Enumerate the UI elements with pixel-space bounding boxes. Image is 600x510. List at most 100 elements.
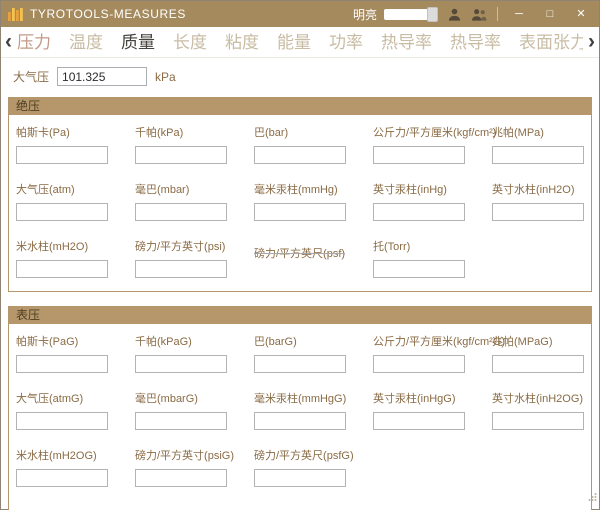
field-atm: 大气压(atm)	[16, 181, 108, 221]
field-inh2o: 英寸水柱(inH2O)	[492, 181, 584, 221]
section-gauge-pressure: 表压 帕斯卡(PaG) 千帕(kPaG) 巴(barG) 公斤力/平方厘米(kg…	[8, 306, 592, 510]
tabs-scroll-left-icon[interactable]: ‹	[3, 31, 14, 52]
field-label: 磅力/平方英寸(psi)	[135, 238, 227, 254]
field-psf: 磅力/平方英尺(psf)	[254, 238, 346, 278]
mh2og-input[interactable]	[16, 469, 108, 487]
inhgg-input[interactable]	[373, 412, 465, 430]
section-gauge-grid: 帕斯卡(PaG) 千帕(kPaG) 巴(barG) 公斤力/平方厘米(kgf/c…	[9, 324, 591, 510]
mpag-input[interactable]	[492, 355, 584, 373]
field-mmhg: 毫米汞柱(mmHg)	[254, 181, 346, 221]
section-absolute-header: 绝压	[9, 98, 591, 115]
field-label: 英寸水柱(inH2O)	[492, 181, 584, 197]
close-button[interactable]: ✕	[569, 4, 593, 24]
field-mh2o: 米水柱(mH2O)	[16, 238, 108, 278]
tab-viscosity[interactable]: 粘度	[225, 27, 259, 58]
field-label: 米水柱(mH2OG)	[16, 447, 108, 463]
atmg-input[interactable]	[16, 412, 108, 430]
field-kgfcm2: 公斤力/平方厘米(kgf/cm²)	[373, 124, 465, 164]
inh2o-input[interactable]	[492, 203, 584, 221]
field-label: 帕斯卡(PaG)	[16, 333, 108, 349]
field-inhg: 英寸汞柱(inHg)	[373, 181, 465, 221]
field-label: 磅力/平方英尺(psf)	[254, 245, 346, 261]
brightness-slider[interactable]	[384, 9, 438, 20]
field-psig: 磅力/平方英寸(psiG)	[135, 447, 227, 487]
minimize-button[interactable]: ─	[507, 4, 531, 24]
tab-surface-tension[interactable]: 表面张力	[519, 27, 583, 58]
atmosphere-kpa-input[interactable]	[57, 67, 147, 86]
field-label: 千帕(kPa)	[135, 124, 227, 140]
section-gauge-header: 表压	[9, 307, 591, 324]
tab-pressure[interactable]: 压力	[17, 27, 51, 58]
mh2o-input[interactable]	[16, 260, 108, 278]
maximize-button[interactable]: □	[538, 4, 562, 24]
tabs-scroll-right-icon[interactable]: ›	[586, 31, 597, 52]
field-mh2og: 米水柱(mH2OG)	[16, 447, 108, 487]
section-absolute-grid: 帕斯卡(Pa) 千帕(kPa) 巴(bar) 公斤力/平方厘米(kgf/cm²)…	[9, 115, 591, 291]
tab-bar: ‹ 压力 温度 质量 长度 粘度 能量 功率 热导率 热导率 表面张力 ›	[1, 27, 599, 58]
psig-input[interactable]	[135, 469, 227, 487]
field-kgfcm2g: 公斤力/平方厘米(kgf/cm²G)	[373, 333, 465, 373]
field-torr: 托(Torr)	[373, 238, 465, 278]
tab-temperature[interactable]: 温度	[69, 27, 103, 58]
field-mbar: 毫巴(mbar)	[135, 181, 227, 221]
user-group-icon[interactable]	[470, 5, 488, 23]
inhg-input[interactable]	[373, 203, 465, 221]
titlebar-separator	[497, 7, 498, 21]
field-pa: 帕斯卡(Pa)	[16, 124, 108, 164]
field-label: 毫巴(mbar)	[135, 181, 227, 197]
barg-input[interactable]	[254, 355, 346, 373]
brightness-label: 明亮	[353, 6, 377, 23]
field-mmhgg: 毫米汞柱(mmHgG)	[254, 390, 346, 430]
pa-input[interactable]	[16, 146, 108, 164]
field-label: 英寸汞柱(inHgG)	[373, 390, 465, 406]
field-label: 巴(barG)	[254, 333, 346, 349]
tab-thermal-conductivity-2[interactable]: 热导率	[450, 27, 501, 58]
tab-energy[interactable]: 能量	[277, 27, 311, 58]
field-psi: 磅力/平方英寸(psi)	[135, 238, 227, 278]
psi-input[interactable]	[135, 260, 227, 278]
tab-thermal-conductivity[interactable]: 热导率	[381, 27, 432, 58]
tab-length[interactable]: 长度	[173, 27, 207, 58]
psfg-input[interactable]	[254, 469, 346, 487]
mbarg-input[interactable]	[135, 412, 227, 430]
kpa-input[interactable]	[135, 146, 227, 164]
atm-input[interactable]	[16, 203, 108, 221]
tabs-strip: 压力 温度 质量 长度 粘度 能量 功率 热导率 热导率 表面张力	[17, 27, 583, 58]
mbar-input[interactable]	[135, 203, 227, 221]
tab-power[interactable]: 功率	[329, 27, 363, 58]
atmosphere-unit-label: kPa	[155, 70, 176, 84]
app-window: TYROTOOLS-MEASURES 明亮	[0, 0, 600, 510]
field-label: 米水柱(mH2O)	[16, 238, 108, 254]
atmosphere-row: 大气压 kPa	[1, 58, 599, 93]
mmhg-input[interactable]	[254, 203, 346, 221]
field-label: 英寸汞柱(inHg)	[373, 181, 465, 197]
kgfcm2g-input[interactable]	[373, 355, 465, 373]
field-label: 公斤力/平方厘米(kgf/cm²G)	[373, 333, 465, 349]
resize-grip[interactable]	[587, 489, 597, 507]
field-label: 磅力/平方英尺(psfG)	[254, 447, 346, 463]
atmosphere-label: 大气压	[13, 68, 49, 85]
field-mbarg: 毫巴(mbarG)	[135, 390, 227, 430]
kgfcm2-input[interactable]	[373, 146, 465, 164]
brightness-slider-handle[interactable]	[427, 7, 438, 22]
titlebar-right-cluster: 明亮 ─ □ ✕	[353, 4, 593, 24]
field-bar: 巴(bar)	[254, 124, 346, 164]
mpa-input[interactable]	[492, 146, 584, 164]
field-psfg: 磅力/平方英尺(psfG)	[254, 447, 346, 487]
tab-mass[interactable]: 质量	[121, 27, 155, 58]
user-icon[interactable]	[445, 5, 463, 23]
field-pag: 帕斯卡(PaG)	[16, 333, 108, 373]
field-label: 托(Torr)	[373, 238, 465, 254]
field-inh2og: 英寸水柱(inH2OG)	[492, 390, 584, 430]
mmhgg-input[interactable]	[254, 412, 346, 430]
field-kpag: 千帕(kPaG)	[135, 333, 227, 373]
field-label: 巴(bar)	[254, 124, 346, 140]
field-label: 公斤力/平方厘米(kgf/cm²)	[373, 124, 465, 140]
torr-input[interactable]	[373, 260, 465, 278]
bar-input[interactable]	[254, 146, 346, 164]
pag-input[interactable]	[16, 355, 108, 373]
kpag-input[interactable]	[135, 355, 227, 373]
field-label: 大气压(atmG)	[16, 390, 108, 406]
section-absolute-pressure: 绝压 帕斯卡(Pa) 千帕(kPa) 巴(bar) 公斤力/平方厘米(kgf/c…	[8, 97, 592, 292]
inh2og-input[interactable]	[492, 412, 584, 430]
